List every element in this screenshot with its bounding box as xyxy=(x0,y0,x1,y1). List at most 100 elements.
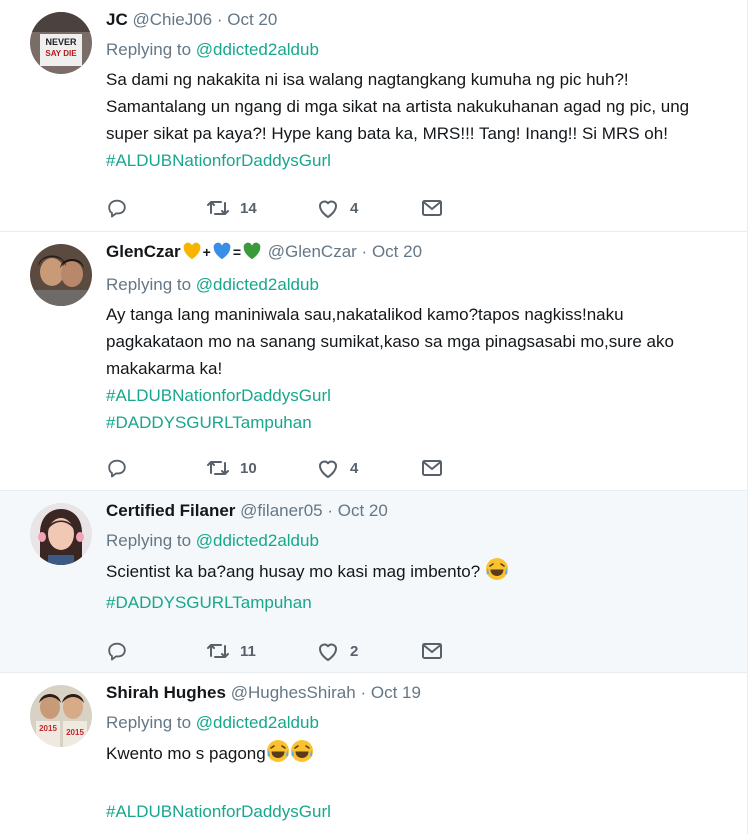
replying-to: Replying to @ddicted2aldub xyxy=(106,38,735,62)
message-icon xyxy=(422,460,442,476)
tweet[interactable]: GlenCzar + = @GlenCzar · Oct 20 Replying t… xyxy=(0,232,748,491)
text-line: makakarma ka! xyxy=(106,359,223,378)
timestamp[interactable]: Oct 20 xyxy=(372,242,422,261)
replying-label: Replying to xyxy=(106,713,192,732)
display-name[interactable]: JC xyxy=(106,10,128,29)
like-icon xyxy=(319,460,337,478)
tweet-text: Kwento mo s pagong xyxy=(106,739,735,771)
reply-button[interactable] xyxy=(106,640,206,662)
hashtag-link[interactable]: #ALDUBNationforDaddysGurl xyxy=(106,798,735,825)
replying-to: Replying to @ddicted2aldub xyxy=(106,273,735,297)
text-line: super sikat pa kaya?! Hype kang bata ka,… xyxy=(106,124,668,143)
tweet-text: Scientist ka ba?ang husay mo kasi mag im… xyxy=(106,557,735,589)
tweet-actions: 14 4 xyxy=(106,196,443,220)
mention-link[interactable]: @ddicted2aldub xyxy=(196,531,319,550)
like-button[interactable]: 4 xyxy=(316,457,421,479)
avatar-image xyxy=(30,244,92,306)
separator: · xyxy=(361,242,368,261)
text-line: Sa dami ng nakakita ni isa walang nagtan… xyxy=(106,70,629,89)
replying-label: Replying to xyxy=(106,40,192,59)
avatar[interactable]: NEVER SAY DIE xyxy=(30,12,92,74)
avatar[interactable] xyxy=(30,244,92,306)
laughing-emoji xyxy=(290,739,314,771)
mention-link[interactable]: @ddicted2aldub xyxy=(196,275,319,294)
message-button[interactable] xyxy=(421,458,443,478)
emoji-plus: + xyxy=(202,244,211,260)
avatar-text-1: 2015 xyxy=(39,724,57,733)
reply-button[interactable] xyxy=(106,197,206,219)
reply-icon xyxy=(108,642,126,661)
like-count: 4 xyxy=(350,459,359,477)
hashtag-link[interactable]: #ALDUBNationforDaddysGurl xyxy=(106,147,735,174)
tweet-feed: NEVER SAY DIE JC @ChieJ06 · Oct 20 Reply… xyxy=(0,0,750,834)
username[interactable]: @HughesShirah xyxy=(231,683,356,702)
message-button[interactable] xyxy=(421,641,443,661)
reply-button[interactable] xyxy=(106,457,206,479)
avatar[interactable]: 2015 2015 xyxy=(30,685,92,747)
tweet[interactable]: Certified Filaner @filaner05 · Oct 20 Re… xyxy=(0,491,748,673)
message-icon xyxy=(422,200,442,216)
like-button[interactable]: 2 xyxy=(316,640,421,662)
retweet-button[interactable]: 11 xyxy=(206,640,316,662)
retweet-button[interactable]: 10 xyxy=(206,457,316,479)
display-name[interactable]: Certified Filaner xyxy=(106,501,235,520)
retweet-icon xyxy=(207,201,229,215)
like-icon xyxy=(319,200,337,218)
text-line: pagkakataon mo na sanang sumikat,kaso sa… xyxy=(106,332,674,351)
tweet-header: Certified Filaner @filaner05 · Oct 20 xyxy=(106,499,735,523)
text-line: Kwento mo s pagong xyxy=(106,744,266,763)
avatar-text-1: NEVER xyxy=(45,37,77,47)
retweet-icon xyxy=(207,461,229,475)
hashtag-link[interactable]: #ALDUBNationforDaddysGurl xyxy=(106,382,735,409)
hashtag-link[interactable]: #DADDYSGURLTampuhan xyxy=(106,409,735,436)
retweet-count: 10 xyxy=(240,459,257,477)
avatar-image xyxy=(30,503,92,565)
tweet-actions: 11 2 xyxy=(106,639,443,663)
like-count: 4 xyxy=(350,199,359,217)
separator: · xyxy=(327,501,334,520)
green-heart-emoji xyxy=(242,242,262,267)
separator: · xyxy=(216,10,223,29)
mention-link[interactable]: @ddicted2aldub xyxy=(196,40,319,59)
tweet-text: Sa dami ng nakakita ni isa walang nagtan… xyxy=(106,66,735,147)
tweet-header: GlenCzar + = @GlenCzar · Oct 20 xyxy=(106,240,735,267)
blue-heart-emoji xyxy=(212,242,232,267)
tweet-text: Ay tanga lang maniniwala sau,nakatalikod… xyxy=(106,301,735,382)
yellow-heart-emoji xyxy=(182,242,202,267)
username[interactable]: @GlenCzar xyxy=(268,242,357,261)
reply-icon xyxy=(108,199,126,218)
replying-label: Replying to xyxy=(106,275,192,294)
retweet-icon xyxy=(207,644,229,658)
tweet[interactable]: NEVER SAY DIE JC @ChieJ06 · Oct 20 Reply… xyxy=(0,0,748,232)
avatar-text-2: 2015 xyxy=(66,728,84,737)
display-name[interactable]: GlenCzar xyxy=(106,242,181,261)
timestamp[interactable]: Oct 20 xyxy=(338,501,388,520)
laughing-emoji xyxy=(266,739,290,771)
like-icon xyxy=(319,643,337,661)
laughing-emoji xyxy=(485,557,509,589)
avatar-image: NEVER SAY DIE xyxy=(30,12,92,74)
replying-label: Replying to xyxy=(106,531,192,550)
username[interactable]: @filaner05 xyxy=(240,501,322,520)
emoji-equals: = xyxy=(232,244,242,260)
hashtag-link[interactable]: #DADDYSGURLTampuhan xyxy=(106,589,735,616)
like-button[interactable]: 4 xyxy=(316,197,421,219)
retweet-count: 14 xyxy=(240,199,257,217)
avatar-image: 2015 2015 xyxy=(30,685,92,747)
avatar[interactable] xyxy=(30,503,92,565)
tweet[interactable]: 2015 2015 Shirah Hughes @HughesShirah · … xyxy=(0,673,748,834)
retweet-button[interactable]: 14 xyxy=(206,197,316,219)
display-name[interactable]: Shirah Hughes xyxy=(106,683,226,702)
message-button[interactable] xyxy=(421,198,443,218)
tweet-actions: 10 4 xyxy=(106,456,443,480)
username[interactable]: @ChieJ06 xyxy=(132,10,212,29)
retweet-count: 11 xyxy=(240,642,256,660)
tweet-header: Shirah Hughes @HughesShirah · Oct 19 xyxy=(106,681,735,705)
replying-to: Replying to @ddicted2aldub xyxy=(106,711,735,735)
avatar-text-2: SAY DIE xyxy=(45,49,77,58)
reply-icon xyxy=(108,459,126,478)
timestamp[interactable]: Oct 20 xyxy=(227,10,277,29)
timestamp[interactable]: Oct 19 xyxy=(371,683,421,702)
mention-link[interactable]: @ddicted2aldub xyxy=(196,713,319,732)
tweet-header: JC @ChieJ06 · Oct 20 xyxy=(106,8,735,32)
